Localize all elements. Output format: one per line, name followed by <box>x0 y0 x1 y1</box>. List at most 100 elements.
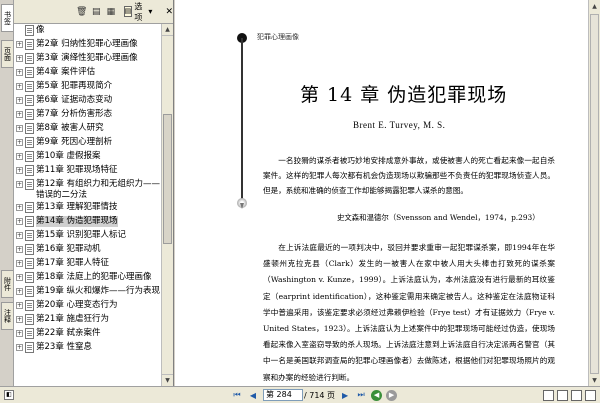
bookmark-item[interactable]: + 第2章 归纳性犯罪心理画像 <box>14 38 162 52</box>
bookmark-page-icon <box>25 272 34 283</box>
bookmark-label: 第19章 纵火和爆炸——行为表现 <box>36 286 161 296</box>
single-page-icon[interactable] <box>543 389 554 401</box>
document-scrollbar[interactable]: ▲ ▼ <box>588 0 600 386</box>
continuous-page-icon[interactable] <box>557 389 568 401</box>
expand-plus-icon[interactable]: + <box>16 260 23 267</box>
go-forward-icon[interactable]: ▶ <box>386 389 398 401</box>
bookmark-label: 第3章 演绎性犯罪心理画像 <box>36 53 138 63</box>
tab-comments[interactable]: 注释 <box>1 302 13 330</box>
bookmark-label: 第23章 性窒息 <box>36 342 93 352</box>
tab-bookmarks[interactable]: 书签 <box>1 4 13 32</box>
bookmarks-scrollbar[interactable]: ▲ ▼ <box>161 24 173 386</box>
expand-plus-icon[interactable]: + <box>16 246 23 253</box>
expand-plus-icon[interactable]: + <box>16 125 23 132</box>
bookmark-item[interactable]: + 第13章 理解犯罪情技 <box>14 201 162 215</box>
go-back-icon[interactable]: ◀ <box>371 389 383 401</box>
bookmark-item[interactable]: + 第23章 性窒息 <box>14 341 162 355</box>
expand-plus-icon[interactable]: + <box>16 167 23 174</box>
expand-plus-icon[interactable]: + <box>16 97 23 104</box>
bookmark-label: 第13章 理解犯罪情技 <box>36 202 118 212</box>
page-number-input[interactable]: 第 284 <box>263 389 303 401</box>
bookmarks-panel: 🗑 ▤ ▦ ▤ 选项 ▾ ✕ 像 + 第2章 归纳性犯罪心理画像 + 第3章 演绎性犯罪… <box>14 0 174 386</box>
first-page-icon[interactable]: ⏮ <box>231 389 243 401</box>
delete-bookmark-icon[interactable]: 🗑 <box>76 5 88 19</box>
bookmark-page-icon <box>25 25 34 36</box>
expand-plus-icon[interactable]: + <box>16 302 23 309</box>
bookmarks-toolbar: 🗑 ▤ ▦ ▤ 选项 ▾ ✕ <box>14 0 173 24</box>
bookmark-item[interactable]: + 第4章 案件评估 <box>14 66 162 80</box>
facing-page-icon[interactable] <box>571 389 582 401</box>
prev-page-icon[interactable]: ◀ <box>247 389 259 401</box>
expand-plus-icon[interactable]: + <box>16 41 23 48</box>
expand-plus-icon[interactable]: + <box>16 330 23 337</box>
bookmark-item[interactable]: + 第21章 施虐狂行为 <box>14 313 162 327</box>
expand-plus-icon[interactable]: + <box>16 111 23 118</box>
scroll-thumb[interactable] <box>163 114 172 244</box>
doc-scroll-up-icon[interactable]: ▲ <box>589 0 600 12</box>
bookmark-item[interactable]: + 第11章 犯罪现场特征 <box>14 164 162 178</box>
expand-plus-icon[interactable]: + <box>16 288 23 295</box>
bookmark-page-icon <box>25 300 34 311</box>
bookmark-item[interactable]: + 第22章 弑亲案件 <box>14 327 162 341</box>
bookmark-item[interactable]: + 第3章 演绎性犯罪心理画像 <box>14 52 162 66</box>
pdf-reader-window: 书签 页面 附件 注释 🗑 ▤ ▦ ▤ 选项 ▾ ✕ 像 + 第2章 归纳性犯罪心理… <box>0 0 600 403</box>
bookmark-item[interactable]: + 第16章 犯罪动机 <box>14 243 162 257</box>
expand-plus-icon[interactable]: + <box>16 153 23 160</box>
epigraph: 一名狡猾的谋杀者被巧妙地安排成意外事故，或使被害人的死亡看起来像一起自杀案件。这… <box>263 156 555 195</box>
bookmark-item[interactable]: + 第14章 伪造犯罪现场 <box>14 215 162 229</box>
bookmark-item[interactable]: + 第12章 有组织力和无组织力——错误的二分法 <box>14 178 162 201</box>
expand-plus-icon[interactable]: + <box>16 69 23 76</box>
tab-pages[interactable]: 页面 <box>1 40 13 68</box>
expand-plus-icon[interactable]: + <box>16 55 23 62</box>
epigraph-source: 史文森和温德尔（Svensson and Wendel，1974，p.293） <box>337 213 540 222</box>
scroll-up-icon[interactable]: ▲ <box>162 24 173 36</box>
scroll-down-icon[interactable]: ▼ <box>162 374 173 386</box>
bookmark-label: 第22章 弑亲案件 <box>36 328 101 338</box>
bookmark-item[interactable]: + 第19章 纵火和爆炸——行为表现 <box>14 285 162 299</box>
bookmark-item[interactable]: + 第6章 证据动态变动 <box>14 94 162 108</box>
expand-plus-icon[interactable]: + <box>16 204 23 211</box>
bookmark-page-icon <box>25 53 34 64</box>
bookmark-item[interactable]: + 第7章 分析伤害形态 <box>14 108 162 122</box>
bookmark-label: 第20章 心理变态行为 <box>36 300 118 310</box>
expand-plus-icon[interactable]: + <box>16 344 23 351</box>
bookmark-item[interactable]: + 第10章 虚假报案 <box>14 150 162 164</box>
page-layout-buttons <box>543 389 600 401</box>
bookmark-page-icon <box>25 342 34 353</box>
bookmark-label: 第7章 分析伤害形态 <box>36 109 113 119</box>
bookmark-label: 第8章 被害人研究 <box>36 123 104 133</box>
expand-plus-icon[interactable]: + <box>16 83 23 90</box>
expand-plus-icon[interactable]: + <box>16 181 23 188</box>
expand-bookmark-icon[interactable]: ▦ <box>105 5 117 19</box>
bookmark-item[interactable]: + 第5章 犯罪再现简介 <box>14 80 162 94</box>
expand-plus-icon[interactable]: + <box>16 316 23 323</box>
expand-plus-icon[interactable]: + <box>16 218 23 225</box>
continuous-facing-icon[interactable] <box>585 389 596 401</box>
bookmark-item[interactable]: + 第18章 法庭上的犯罪心理画像 <box>14 271 162 285</box>
bookmark-item[interactable]: 像 <box>14 24 162 38</box>
options-button[interactable]: ▤ 选项 ▾ <box>120 0 157 25</box>
document-view: 犯罪心理画像 第 14 章 伪造犯罪现场 Brent E. Turvey, M.… <box>175 0 600 386</box>
doc-scroll-thumb[interactable] <box>590 14 599 374</box>
expand-plus-icon[interactable]: + <box>16 139 23 146</box>
expand-plus-icon[interactable]: + <box>16 232 23 239</box>
close-panel-icon[interactable]: ✕ <box>165 7 173 17</box>
bookmark-item[interactable]: + 第9章 死因心理剖析 <box>14 136 162 150</box>
bookmark-item[interactable]: + 第20章 心理变态行为 <box>14 299 162 313</box>
document-page: 犯罪心理画像 第 14 章 伪造犯罪现场 Brent E. Turvey, M.… <box>175 0 588 386</box>
doc-scroll-down-icon[interactable]: ▼ <box>589 374 600 386</box>
bookmark-item[interactable]: + 第17章 犯罪人特征 <box>14 257 162 271</box>
bookmark-label: 第2章 归纳性犯罪心理画像 <box>36 39 138 49</box>
panel-toggle-icon[interactable]: ◧ <box>4 390 14 400</box>
body-paragraph: 在上诉法庭最近的一项判决中，驳回并要求重审一起犯罪谋杀案，即1994年在华盛顿州… <box>263 243 555 382</box>
tab-attachments[interactable]: 附件 <box>1 270 13 298</box>
bookmark-page-icon <box>25 109 34 120</box>
next-page-icon[interactable]: ▶ <box>339 389 351 401</box>
bookmark-label: 第5章 犯罪再现简介 <box>36 81 113 91</box>
expand-plus-icon[interactable]: + <box>16 274 23 281</box>
bookmark-item[interactable]: + 第8章 被害人研究 <box>14 122 162 136</box>
status-left: ◧ <box>0 390 175 400</box>
new-bookmark-icon[interactable]: ▤ <box>91 5 103 19</box>
last-page-icon[interactable]: ⏭ <box>355 389 367 401</box>
bookmark-item[interactable]: + 第15章 识别犯罪人标记 <box>14 229 162 243</box>
